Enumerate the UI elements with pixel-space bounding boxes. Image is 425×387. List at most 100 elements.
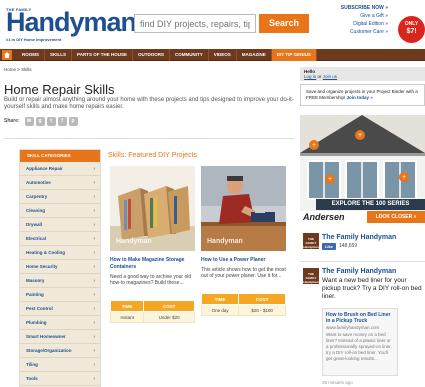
login-link[interactable]: Log in — [304, 74, 316, 79]
join-link[interactable]: Join us — [323, 74, 337, 79]
cost-value: Under $20 — [143, 311, 195, 323]
subscribe-link[interactable]: SUBSCRIBE NOW » — [318, 4, 388, 12]
facebook-like-button[interactable]: Like — [322, 243, 336, 250]
chevron-right-icon: › — [93, 194, 95, 200]
project-image[interactable]: Handyman — [201, 166, 286, 251]
project-title[interactable]: How to Use a Power Planer — [201, 257, 286, 264]
project-meta-table: TIME COST One day $20 - $100 — [200, 293, 286, 316]
category-label: Electrical — [26, 236, 47, 241]
facebook-share-icon[interactable]: f — [57, 116, 67, 126]
ad-footer: Andersen LOOK CLOSER » — [300, 211, 425, 223]
category-home-security[interactable]: Home Security › — [20, 260, 100, 274]
site-logo[interactable]: Handyman — [6, 9, 137, 36]
category-storage-organization[interactable]: Storage/Organization › — [20, 344, 100, 358]
share-label: Share: — [4, 118, 20, 124]
category-label: Automotive — [26, 180, 51, 185]
login-line: Log in or Join us — [304, 74, 421, 79]
like-count: 148,659 — [339, 243, 358, 249]
andersen-ad[interactable]: + + + + EXPLORE THE 100 SERIES Andersen … — [300, 115, 425, 223]
ad-headline: EXPLORE THE 100 SERIES — [316, 199, 425, 210]
featured-title: Skills: Featured DIY Projects — [108, 152, 197, 159]
category-pest-control[interactable]: Pest Control › — [20, 302, 100, 316]
search-button[interactable]: Search — [259, 14, 309, 33]
price-badge[interactable]: ONLY $7! — [398, 16, 425, 43]
digital-edition-link[interactable]: Digital Edition » — [318, 20, 388, 28]
svg-text:+: + — [328, 176, 332, 183]
cost-value: $20 - $100 — [238, 304, 286, 316]
category-painting[interactable]: Painting › — [20, 288, 100, 302]
page-avatar[interactable]: THE FAMILY Handyman — [303, 233, 319, 249]
post-link-card[interactable]: How to Brush on Bed Liner in a Pickup Tr… — [322, 308, 398, 376]
project-meta-table: TIME COST Instant Under $20 — [109, 300, 195, 323]
project-image[interactable]: Handyman — [110, 166, 195, 251]
category-cleaning[interactable]: Cleaning › — [20, 204, 100, 218]
project-description: This article shows how to get the most o… — [201, 267, 286, 279]
email-share-icon[interactable]: ✉ — [24, 116, 34, 126]
twitter-share-icon[interactable]: t — [46, 116, 56, 126]
customer-care-link[interactable]: Customer Care » — [318, 28, 388, 36]
nav-item-magazine[interactable]: MAGAZINE — [237, 49, 272, 61]
nav-item-videos[interactable]: VIDEOS — [209, 49, 237, 61]
badge-line-1: ONLY — [404, 21, 419, 27]
nav-item-community[interactable]: COMMUNITY — [170, 49, 209, 61]
category-label: Tiling — [26, 362, 38, 367]
category-tiling[interactable]: Tiling › — [20, 358, 100, 372]
google-plus-share-icon[interactable]: g — [35, 116, 45, 126]
category-drywall[interactable]: Drywall › — [20, 218, 100, 232]
share-bar: Share: ✉ g t f p — [4, 115, 78, 127]
chevron-right-icon: › — [93, 264, 95, 270]
pinterest-share-icon[interactable]: p — [68, 116, 78, 126]
category-plumbing[interactable]: Plumbing › — [20, 316, 100, 330]
category-label: Heating & Cooling — [26, 250, 65, 255]
look-closer-button[interactable]: LOOK CLOSER » — [367, 211, 425, 223]
category-label: Masonry — [26, 278, 45, 283]
breadcrumb[interactable]: Home > Skills — [4, 67, 32, 72]
main-nav: ROOMS SKILLS PARTS OF THE HOUSE OUTDOORS… — [0, 49, 425, 61]
category-carpentry[interactable]: Carpentry › — [20, 190, 100, 204]
chevron-right-icon: › — [93, 292, 95, 298]
project-title[interactable]: How to Make Magazine Storage Containers — [110, 257, 195, 271]
category-smart-homeowner[interactable]: Smart Homeowner › — [20, 330, 100, 344]
page-intro: Build or repair almost anything around y… — [4, 97, 294, 110]
category-appliance-repair[interactable]: Appliance Repair › — [20, 162, 100, 176]
nav-item-parts-of-the-house[interactable]: PARTS OF THE HOUSE — [72, 49, 133, 61]
header-links: SUBSCRIBE NOW » Give a Gift » Digital Ed… — [318, 4, 388, 36]
svg-text:+: + — [312, 142, 316, 149]
chevron-right-icon: › — [93, 320, 95, 326]
project-card: Handyman How to Use a Power Planer This … — [200, 166, 286, 316]
category-label: Painting — [26, 292, 44, 297]
login-box: Hello Log in or Join us — [300, 67, 425, 81]
category-electrical[interactable]: Electrical › — [20, 232, 100, 246]
nav-item-diy-tip-genius[interactable]: DIY TIP GENIUS — [271, 49, 317, 61]
home-icon[interactable] — [2, 50, 12, 60]
category-heating-cooling[interactable]: Heating & Cooling › — [20, 246, 100, 260]
time-value: One day — [200, 304, 240, 316]
project-card: Handyman How to Make Magazine Storage Co… — [109, 166, 195, 323]
nav-item-outdoors[interactable]: OUTDOORS — [133, 49, 170, 61]
join-today-link[interactable]: Join today » — [347, 95, 373, 100]
category-label: Pest Control — [26, 306, 53, 311]
post-text: Want a new bed liner for your pickup tru… — [322, 277, 422, 300]
facebook-page-name[interactable]: The Family Handyman — [322, 234, 396, 241]
category-label: Storage/Organization — [26, 348, 72, 353]
svg-text:+: + — [358, 132, 362, 139]
give-gift-link[interactable]: Give a Gift » — [318, 12, 388, 20]
post-timestamp: 26 minutes ago — [322, 380, 353, 385]
nav-item-skills[interactable]: SKILLS — [45, 49, 73, 61]
site-header: THE FAMILY Handyman #1 in DIY Home Impro… — [0, 0, 425, 49]
project-description: Need a good way to archive your old how-… — [110, 274, 192, 286]
chevron-right-icon: › — [93, 208, 95, 214]
brand-tagline: #1 in DIY Home Improvement — [6, 37, 62, 42]
image-watermark: Handyman — [116, 238, 152, 245]
category-masonry[interactable]: Masonry › — [20, 274, 100, 288]
link-card-title: How to Brush on Bed Liner in a Pickup Tr… — [326, 312, 391, 324]
search-input[interactable] — [134, 14, 256, 33]
cost-header: COST — [238, 293, 286, 305]
category-automotive[interactable]: Automotive › — [20, 176, 100, 190]
nav-item-rooms[interactable]: ROOMS — [17, 49, 46, 61]
post-author[interactable]: The Family Handyman — [322, 268, 396, 275]
project-binder-promo: Save and organize projects in your Proje… — [300, 84, 425, 106]
facebook-post: THE FAMILY Handyman The Family Handyman … — [300, 261, 425, 387]
post-avatar[interactable]: THE FAMILY Handyman — [303, 268, 319, 284]
category-tools[interactable]: Tools › — [20, 372, 100, 386]
